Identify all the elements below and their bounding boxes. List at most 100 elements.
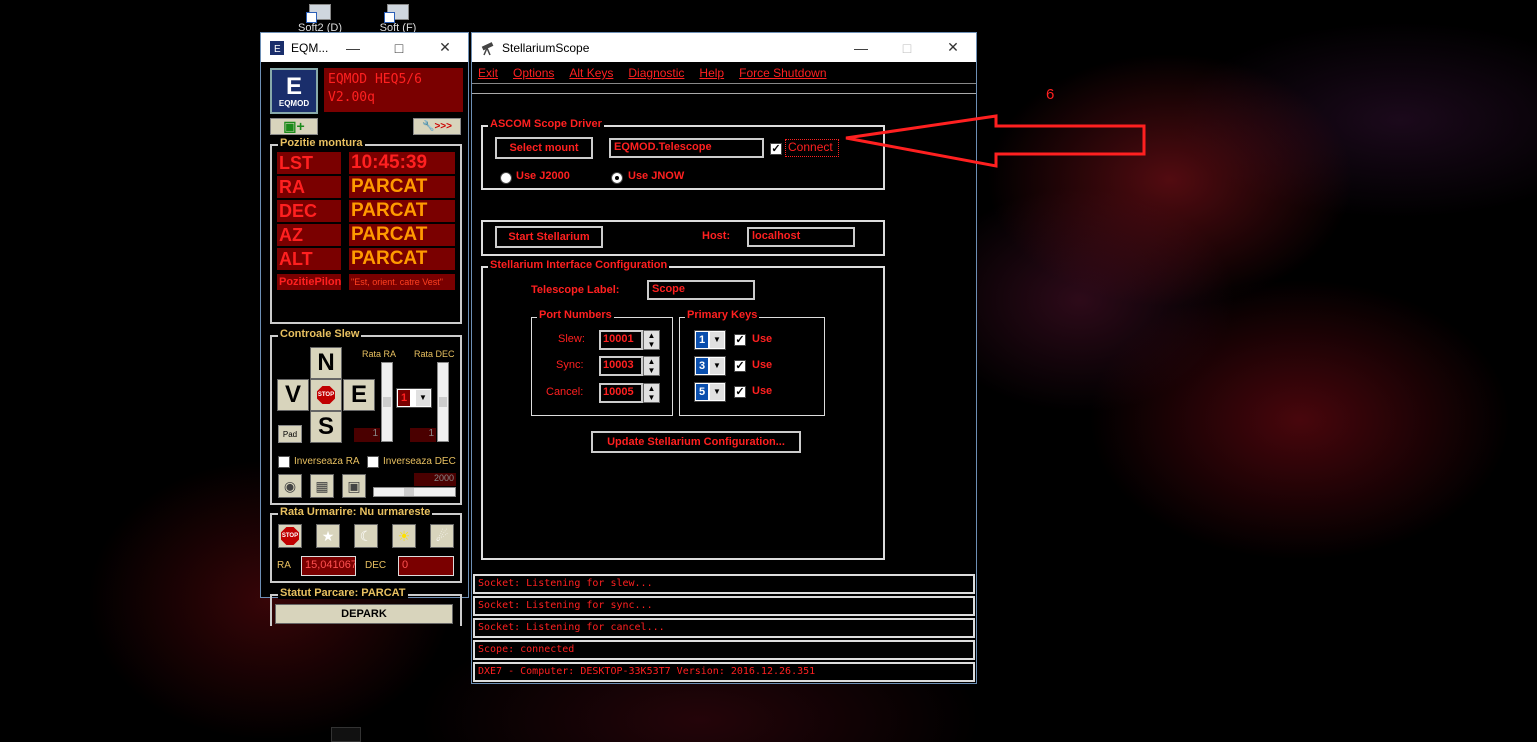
- depark-button[interactable]: DEPARK: [275, 604, 453, 624]
- stop-icon: STOP: [317, 386, 335, 404]
- close-button[interactable]: ✕: [422, 33, 468, 62]
- eqmod-logo: E EQMOD: [270, 68, 318, 114]
- connect-label[interactable]: Connect: [785, 139, 839, 157]
- eqmod-client: E EQMOD EQMOD HEQ5/6 V2.00q ▣+ 🔧 >>> Poz…: [261, 62, 468, 626]
- use-key-3-checkbox[interactable]: ✓: [734, 386, 746, 398]
- spinner-arrows-icon[interactable]: ▲ ▼: [643, 356, 660, 376]
- eqmod-window[interactable]: E EQM... — □ ✕ E EQMOD EQMOD HEQ5/6 V2.0…: [260, 32, 469, 626]
- primary-key-3-combo[interactable]: 5 ▼: [694, 382, 726, 402]
- menu-exit[interactable]: Exit: [478, 62, 498, 83]
- status-line: DXE7 - Computer: DESKTOP-33K53T7 Version…: [473, 662, 975, 682]
- status-line: Socket: Listening for sync...: [473, 596, 975, 616]
- eqmod-titlebar[interactable]: E EQM... — □ ✕: [261, 33, 468, 62]
- spiral-button[interactable]: ▣: [342, 474, 366, 498]
- minimize-button[interactable]: —: [838, 33, 884, 62]
- spiral-icon: ▣: [347, 477, 361, 494]
- lunar-button[interactable]: ☾: [354, 524, 378, 548]
- tracking-stop-button[interactable]: STOP: [278, 524, 302, 548]
- position-label: LST: [277, 152, 341, 174]
- jnow-radio[interactable]: [611, 172, 623, 184]
- binoculars-icon: ◉: [283, 477, 297, 494]
- tracking-dec-label: DEC: [365, 560, 387, 571]
- position-value: PARCAT: [349, 200, 455, 222]
- reverse-dec-label: Inverseaza DEC: [383, 456, 456, 467]
- port-slew-value[interactable]: 10001: [599, 330, 643, 350]
- update-config-button[interactable]: Update Stellarium Configuration...: [591, 431, 801, 453]
- port-cancel-value[interactable]: 10005: [599, 383, 643, 403]
- j2000-radio[interactable]: [500, 172, 512, 184]
- driver-field: EQMOD.Telescope: [609, 138, 764, 158]
- close-button[interactable]: ✕: [930, 33, 976, 62]
- grid-button[interactable]: ▦: [310, 474, 334, 498]
- reverse-ra-checkbox[interactable]: [278, 456, 290, 468]
- telescope-label-label: Telescope Label:: [531, 284, 620, 296]
- primary-key-2-combo[interactable]: 3 ▼: [694, 356, 726, 376]
- slew-south-button[interactable]: S: [310, 411, 342, 443]
- rate-hslider[interactable]: [373, 487, 456, 497]
- tracking-ra-input[interactable]: 15,041067: [301, 556, 356, 576]
- reverse-dec-checkbox[interactable]: [367, 456, 379, 468]
- j2000-label: Use J2000: [516, 170, 570, 182]
- use-label: Use: [752, 359, 773, 371]
- maximize-button[interactable]: □: [376, 33, 422, 62]
- host-input[interactable]: localhost: [747, 227, 855, 247]
- port-slew-spinner[interactable]: 10001 ▲ ▼: [599, 330, 661, 350]
- menu-force-shutdown[interactable]: Force Shutdown: [739, 62, 826, 83]
- position-row-lst: LST 10:45:39: [277, 152, 457, 174]
- rate-combo[interactable]: 1 ▼: [396, 388, 432, 408]
- logo-label: EQMOD: [278, 98, 310, 108]
- desktop-icon-drive-d[interactable]: Soft2 (D): [290, 4, 350, 34]
- position-value: PARCAT: [349, 176, 455, 198]
- window-title: StellariumScope: [502, 40, 590, 55]
- port-sync-value[interactable]: 10003: [599, 356, 643, 376]
- menu-options[interactable]: Options: [513, 62, 554, 83]
- sidereal-button[interactable]: ★: [316, 524, 340, 548]
- menu-diagnostic[interactable]: Diagnostic: [628, 62, 684, 83]
- use-key-2-checkbox[interactable]: ✓: [734, 360, 746, 372]
- position-value: 10:45:39: [349, 152, 455, 174]
- port-cancel-spinner[interactable]: 10005 ▲ ▼: [599, 383, 661, 403]
- rate-ra-slider[interactable]: [381, 362, 393, 442]
- stellarium-titlebar[interactable]: StellariumScope — □ ✕: [472, 33, 976, 62]
- use-key-1-checkbox[interactable]: ✓: [734, 334, 746, 346]
- divider: [472, 93, 976, 94]
- ascom-driver-group: ASCOM Scope Driver Select mount EQMOD.Te…: [481, 118, 885, 190]
- start-stellarium-group: Start Stellarium Host: localhost: [481, 220, 885, 256]
- setup-button[interactable]: 🔧 >>>: [413, 118, 461, 135]
- slew-west-button[interactable]: V: [277, 379, 309, 411]
- spinner-arrows-icon[interactable]: ▲ ▼: [643, 383, 660, 403]
- status-line: Scope: connected: [473, 640, 975, 660]
- custom-rate-button[interactable]: ☄: [430, 524, 454, 548]
- rate-dec-slider[interactable]: [437, 362, 449, 442]
- slider-value: 2000: [414, 473, 456, 486]
- desktop-app-icon[interactable]: [331, 727, 361, 742]
- primary-key-1-combo[interactable]: 1 ▼: [694, 330, 726, 350]
- jnow-label: Use JNOW: [628, 170, 685, 182]
- desktop-icon-drive-f[interactable]: Soft (F): [368, 4, 428, 34]
- select-mount-button[interactable]: Select mount: [495, 137, 593, 159]
- spinner-arrows-icon[interactable]: ▲ ▼: [643, 330, 660, 350]
- slew-east-button[interactable]: E: [343, 379, 375, 411]
- tracking-dec-input[interactable]: 0: [398, 556, 454, 576]
- logo-letter: E: [285, 72, 302, 100]
- binoculars-button[interactable]: ◉: [278, 474, 302, 498]
- menu-alt-keys[interactable]: Alt Keys: [569, 62, 613, 83]
- start-stellarium-button[interactable]: Start Stellarium: [495, 226, 603, 248]
- pad-button[interactable]: Pad: [278, 425, 302, 443]
- position-row-pier: PozitiePilon "Est, orient. catre Vest": [277, 274, 457, 290]
- port-label-cancel: Cancel:: [546, 386, 584, 398]
- svg-text:E: E: [274, 44, 281, 55]
- solar-button[interactable]: ☀: [392, 524, 416, 548]
- port-sync-spinner[interactable]: 10003 ▲ ▼: [599, 356, 661, 376]
- telescope-label-input[interactable]: Scope: [647, 280, 755, 300]
- chevron-down-icon: ▼: [416, 390, 430, 406]
- connect-checkbox[interactable]: ✓: [770, 143, 782, 155]
- monitor-plus-icon: ▣+: [283, 118, 305, 134]
- slew-stop-button[interactable]: STOP: [310, 379, 342, 411]
- minimize-button[interactable]: —: [330, 33, 376, 62]
- rate-dec-value: 1: [410, 428, 436, 442]
- slew-north-button[interactable]: N: [310, 347, 342, 379]
- menu-help[interactable]: Help: [699, 62, 724, 83]
- add-mount-button[interactable]: ▣+: [270, 118, 318, 135]
- position-label: ALT: [277, 248, 341, 270]
